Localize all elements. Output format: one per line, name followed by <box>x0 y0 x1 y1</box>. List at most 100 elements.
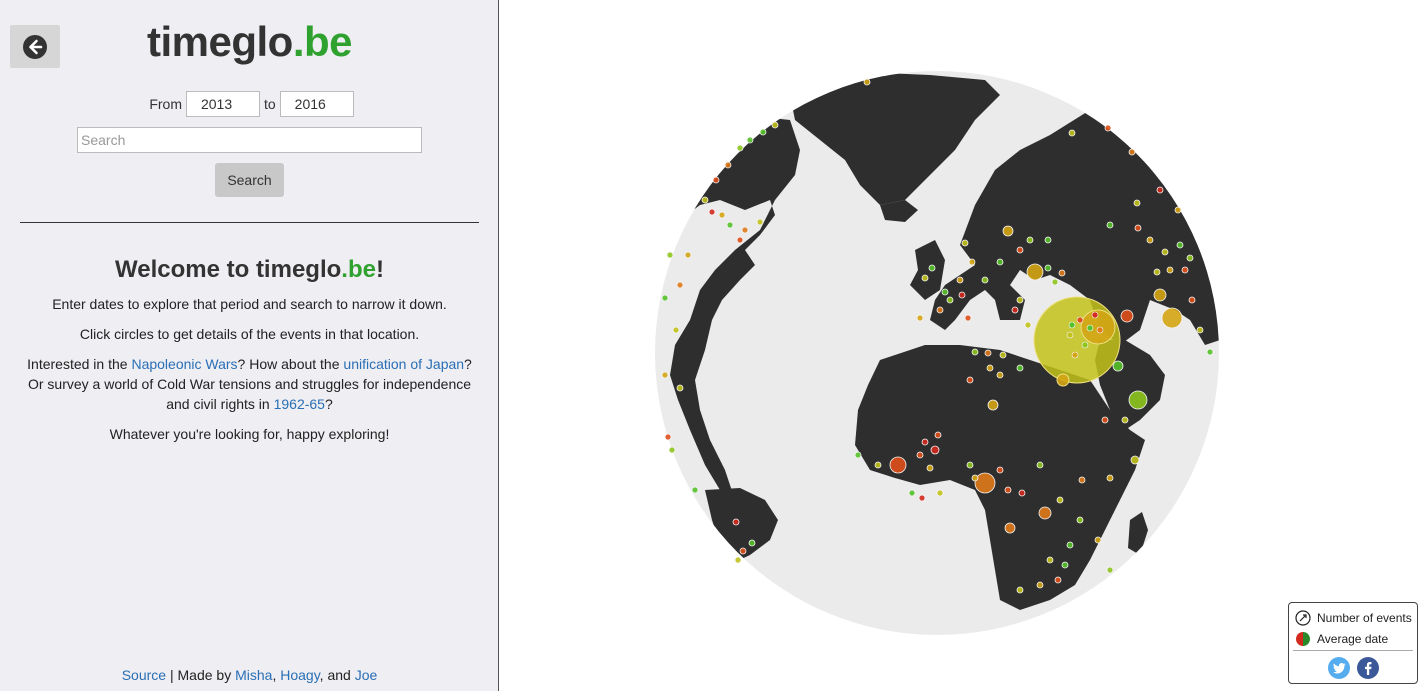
event-circle[interactable] <box>981 276 989 284</box>
event-circle[interactable] <box>956 276 964 284</box>
event-circle[interactable] <box>718 211 726 219</box>
event-circle[interactable] <box>672 326 680 334</box>
event-circle[interactable] <box>739 547 747 555</box>
event-circle[interactable] <box>916 314 924 322</box>
event-circle[interactable] <box>1036 581 1044 589</box>
event-circle[interactable] <box>732 518 740 526</box>
event-circle[interactable] <box>1038 506 1052 520</box>
event-circle[interactable] <box>918 494 926 502</box>
event-circle[interactable] <box>1094 536 1102 544</box>
event-circle[interactable] <box>921 274 929 282</box>
event-circle[interactable] <box>1206 348 1214 356</box>
event-circle[interactable] <box>971 474 979 482</box>
event-circle[interactable] <box>1081 341 1089 349</box>
event-circle[interactable] <box>1091 311 1099 319</box>
event-circle[interactable] <box>1066 541 1074 549</box>
event-circle[interactable] <box>1016 586 1024 594</box>
globe-svg[interactable] <box>500 0 1425 691</box>
event-circle[interactable] <box>756 218 764 226</box>
event-circle[interactable] <box>1086 324 1094 332</box>
event-circle[interactable] <box>746 136 754 144</box>
event-circle[interactable] <box>759 128 767 136</box>
event-circle[interactable] <box>1106 566 1114 574</box>
event-circle[interactable] <box>1161 248 1169 256</box>
event-circle[interactable] <box>661 294 669 302</box>
event-circle[interactable] <box>971 348 979 356</box>
event-circle[interactable] <box>1174 206 1182 214</box>
event-circle[interactable] <box>986 364 994 372</box>
event-circle[interactable] <box>936 306 944 314</box>
event-circle[interactable] <box>999 351 1007 359</box>
event-circle[interactable] <box>930 445 940 455</box>
event-circle[interactable] <box>708 208 716 216</box>
event-circle[interactable] <box>1133 199 1141 207</box>
event-circle[interactable] <box>684 251 692 259</box>
event-circle[interactable] <box>1188 296 1196 304</box>
event-circle[interactable] <box>984 349 992 357</box>
event-circle[interactable] <box>736 144 744 152</box>
event-circle[interactable] <box>987 399 999 411</box>
globe-map[interactable] <box>500 0 1425 691</box>
event-circle[interactable] <box>1104 124 1112 132</box>
event-circle[interactable] <box>1061 561 1069 569</box>
event-circle[interactable] <box>1011 306 1019 314</box>
event-circle[interactable] <box>874 461 882 469</box>
event-circle[interactable] <box>926 464 934 472</box>
event-circle[interactable] <box>771 121 779 129</box>
event-circle[interactable] <box>668 446 676 454</box>
event-circle[interactable] <box>726 221 734 229</box>
event-circle[interactable] <box>936 489 944 497</box>
event-circle[interactable] <box>889 456 907 474</box>
source-link[interactable]: Source <box>122 667 166 683</box>
event-circle[interactable] <box>1076 316 1084 324</box>
event-circle[interactable] <box>1058 269 1066 277</box>
event-circle[interactable] <box>966 376 974 384</box>
event-circle[interactable] <box>1024 321 1032 329</box>
twitter-icon[interactable] <box>1328 657 1350 679</box>
event-circle[interactable] <box>1076 516 1084 524</box>
event-circle[interactable] <box>1046 556 1054 564</box>
event-circle[interactable] <box>966 461 974 469</box>
link-1962-65[interactable]: 1962-65 <box>274 396 325 412</box>
author-link-misha[interactable]: Misha <box>235 667 272 683</box>
event-circle[interactable] <box>1128 148 1136 156</box>
event-circle[interactable] <box>664 433 672 441</box>
event-circle[interactable] <box>712 176 720 184</box>
event-circle[interactable] <box>1153 268 1161 276</box>
event-circle[interactable] <box>1134 224 1142 232</box>
event-circle[interactable] <box>1054 576 1062 584</box>
event-circle[interactable] <box>961 239 969 247</box>
author-link-joe[interactable]: Joe <box>355 667 378 683</box>
event-circle[interactable] <box>1004 522 1016 534</box>
to-year-input[interactable] <box>279 91 354 117</box>
event-circle[interactable] <box>1016 246 1024 254</box>
from-year-input[interactable] <box>185 91 260 117</box>
event-circle[interactable] <box>734 556 742 564</box>
event-circle[interactable] <box>1161 307 1183 329</box>
event-circle[interactable] <box>1120 309 1134 323</box>
event-circle[interactable] <box>928 264 936 272</box>
event-circle[interactable] <box>964 314 972 322</box>
event-circle[interactable] <box>691 486 699 494</box>
event-circle[interactable] <box>1044 264 1052 272</box>
event-circle[interactable] <box>934 431 942 439</box>
event-circle[interactable] <box>1176 241 1184 249</box>
event-circle[interactable] <box>958 291 966 299</box>
event-circle[interactable] <box>676 281 684 289</box>
event-circle[interactable] <box>1018 489 1026 497</box>
search-button[interactable]: Search <box>215 163 284 197</box>
event-circle[interactable] <box>701 196 709 204</box>
event-circle[interactable] <box>1186 254 1194 262</box>
event-circle[interactable] <box>974 472 996 494</box>
event-circle[interactable] <box>741 226 749 234</box>
event-circle[interactable] <box>946 296 954 304</box>
event-circle[interactable] <box>1112 360 1124 372</box>
event-circle[interactable] <box>676 384 684 392</box>
event-circle[interactable] <box>1066 331 1074 339</box>
event-circle[interactable] <box>1096 326 1104 334</box>
event-circle[interactable] <box>1016 296 1024 304</box>
event-circle[interactable] <box>748 539 756 547</box>
link-unification-of-japan[interactable]: unification of Japan <box>343 356 464 372</box>
event-circle[interactable] <box>968 258 976 266</box>
event-circle[interactable] <box>1181 266 1189 274</box>
